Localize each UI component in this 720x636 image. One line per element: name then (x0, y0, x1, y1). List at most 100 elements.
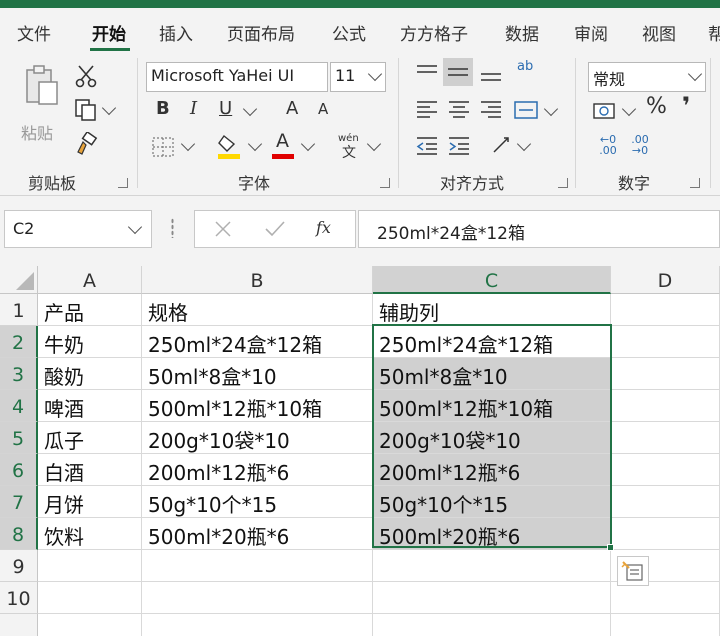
cell-d4[interactable] (611, 390, 720, 422)
font-name-select[interactable]: Microsoft YaHei UI (146, 62, 328, 92)
cell-a11[interactable] (38, 614, 142, 636)
enter-icon[interactable] (264, 220, 286, 238)
tab-file[interactable]: 文件 (17, 20, 51, 45)
clipboard-launcher-icon[interactable] (118, 178, 128, 188)
paste-button[interactable]: 粘贴 (20, 64, 64, 144)
number-format-select[interactable]: 常规 (588, 62, 706, 92)
increase-decimal-button[interactable]: ←0 .00 (592, 134, 624, 156)
font-launcher-icon[interactable] (380, 178, 390, 188)
underline-button[interactable]: U (219, 100, 232, 118)
format-painter-icon[interactable] (74, 132, 98, 156)
tab-formulas[interactable]: 公式 (332, 20, 366, 45)
column-header-a[interactable]: A (38, 266, 142, 294)
orientation-dropdown-icon[interactable] (516, 136, 532, 152)
number-launcher-icon[interactable] (690, 178, 700, 188)
tab-page-layout[interactable]: 页面布局 (227, 20, 295, 45)
cell-a7[interactable]: 月饼 (38, 486, 142, 518)
align-right-icon[interactable] (480, 100, 502, 120)
accounting-dropdown-icon[interactable] (621, 101, 637, 117)
row-header-4[interactable]: 4 (0, 390, 38, 422)
cell-c5[interactable]: 200g*10袋*10 (373, 422, 611, 454)
italic-button[interactable]: I (190, 100, 197, 118)
cell-c1[interactable]: 辅助列 (373, 294, 611, 326)
row-header-11[interactable] (0, 614, 38, 636)
tab-data[interactable]: 数据 (505, 20, 539, 45)
increase-font-button[interactable]: A (286, 100, 298, 118)
percent-button[interactable]: % (646, 96, 667, 118)
row-header-5[interactable]: 5 (0, 422, 38, 454)
row-header-8[interactable]: 8 (0, 518, 38, 550)
cell-a9[interactable] (38, 550, 142, 582)
cell-b10[interactable] (142, 582, 373, 614)
cell-a8[interactable]: 饮料 (38, 518, 142, 550)
increase-indent-icon[interactable] (448, 136, 470, 156)
cell-a5[interactable]: 瓜子 (38, 422, 142, 454)
decrease-decimal-button[interactable]: .00 →0 (624, 134, 656, 156)
cell-a3[interactable]: 酸奶 (38, 358, 142, 390)
tab-review[interactable]: 审阅 (574, 20, 608, 45)
wrap-text-icon[interactable]: ab (517, 60, 533, 73)
tab-view[interactable]: 视图 (642, 20, 676, 45)
cell-b1[interactable]: 规格 (142, 294, 373, 326)
quick-analysis-button[interactable] (617, 556, 649, 586)
cell-b6[interactable]: 200ml*12瓶*6 (142, 454, 373, 486)
cell-b8[interactable]: 500ml*20瓶*6 (142, 518, 373, 550)
font-color-button[interactable]: A (276, 132, 289, 151)
row-header-3[interactable]: 3 (0, 358, 38, 390)
align-top-icon[interactable] (416, 64, 438, 82)
formula-input[interactable]: 250ml*24盒*12箱 (358, 210, 720, 248)
column-header-b[interactable]: B (142, 266, 373, 294)
tab-home[interactable]: 开始 (92, 20, 126, 45)
tab-insert[interactable]: 插入 (159, 20, 193, 45)
cell-d7[interactable] (611, 486, 720, 518)
font-color-dropdown-icon[interactable] (300, 136, 316, 152)
cell-c10[interactable] (373, 582, 611, 614)
bold-button[interactable]: B (156, 100, 170, 118)
cell-a1[interactable]: 产品 (38, 294, 142, 326)
fill-handle[interactable] (607, 544, 614, 551)
tab-fangfang[interactable]: 方方格子 (400, 20, 468, 45)
cell-a4[interactable]: 啤酒 (38, 390, 142, 422)
copy-dropdown-icon[interactable] (101, 100, 117, 116)
cell-c9[interactable] (373, 550, 611, 582)
align-left-icon[interactable] (416, 100, 438, 120)
row-header-1[interactable]: 1 (0, 294, 38, 326)
row-header-9[interactable]: 9 (0, 550, 38, 582)
cell-d1[interactable] (611, 294, 720, 326)
decrease-indent-icon[interactable] (416, 136, 438, 156)
cell-c6[interactable]: 200ml*12瓶*6 (373, 454, 611, 486)
borders-icon[interactable] (151, 136, 175, 158)
underline-dropdown-icon[interactable] (242, 101, 258, 117)
cell-d11[interactable] (611, 614, 720, 636)
fill-color-icon[interactable] (216, 132, 244, 160)
cell-b5[interactable]: 200g*10袋*10 (142, 422, 373, 454)
cell-d6[interactable] (611, 454, 720, 486)
cell-d5[interactable] (611, 422, 720, 454)
cell-d8[interactable] (611, 518, 720, 550)
row-header-7[interactable]: 7 (0, 486, 38, 518)
column-header-c[interactable]: C (373, 266, 611, 294)
cell-c3[interactable]: 50ml*8盒*10 (373, 358, 611, 390)
cell-c11[interactable] (373, 614, 611, 636)
cell-d2[interactable] (611, 326, 720, 358)
select-all-button[interactable] (0, 266, 38, 294)
cell-b7[interactable]: 50g*10个*15 (142, 486, 373, 518)
cell-b4[interactable]: 500ml*12瓶*10箱 (142, 390, 373, 422)
accounting-format-icon[interactable] (592, 100, 618, 122)
row-header-6[interactable]: 6 (0, 454, 38, 486)
phonetic-dropdown-icon[interactable] (366, 136, 382, 152)
column-header-d[interactable]: D (611, 266, 720, 294)
cell-c2[interactable]: 250ml*24盒*12箱 (373, 326, 611, 358)
cell-c7[interactable]: 50g*10个*15 (373, 486, 611, 518)
copy-icon[interactable] (74, 98, 98, 122)
cell-c8[interactable]: 500ml*20瓶*6 (373, 518, 611, 550)
insert-function-button[interactable]: fx (316, 220, 331, 236)
cell-c4[interactable]: 500ml*12瓶*10箱 (373, 390, 611, 422)
cancel-icon[interactable] (214, 220, 232, 238)
decrease-font-button[interactable]: A (318, 102, 328, 117)
cell-d3[interactable] (611, 358, 720, 390)
merge-dropdown-icon[interactable] (543, 101, 559, 117)
comma-style-button[interactable]: ❜ (682, 94, 690, 118)
alignment-launcher-icon[interactable] (558, 178, 568, 188)
cell-b11[interactable] (142, 614, 373, 636)
